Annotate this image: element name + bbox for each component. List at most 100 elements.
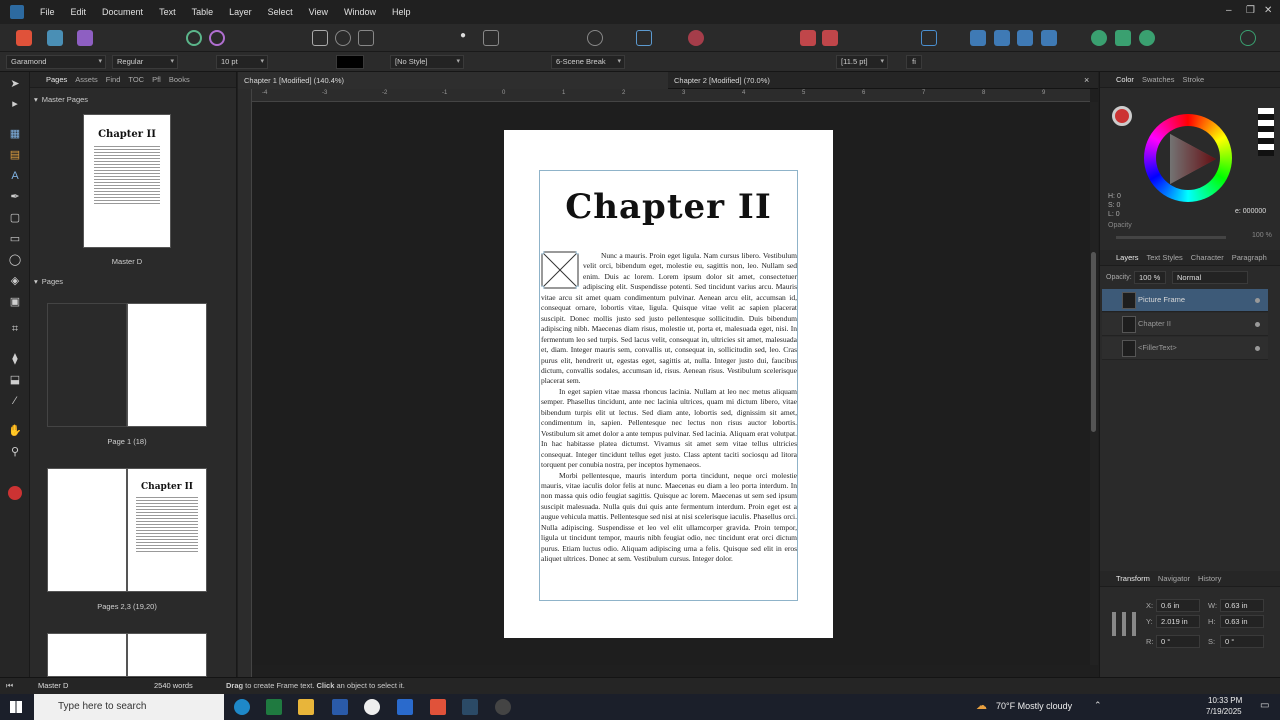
tab-color[interactable]: Color (1116, 75, 1134, 84)
photo-persona-icon[interactable] (47, 30, 63, 46)
pages-header[interactable]: ▾ Pages (30, 274, 237, 288)
x-field[interactable]: 0.6 in (1156, 599, 1200, 612)
menu-window[interactable]: Window (336, 7, 384, 17)
tab-find[interactable]: Find (106, 75, 121, 84)
arrange-front-icon[interactable] (822, 30, 838, 46)
arrange-back-icon[interactable] (800, 30, 816, 46)
app-icon[interactable] (332, 699, 348, 715)
pin-icon[interactable]: ● (460, 30, 470, 46)
menu-text[interactable]: Text (151, 7, 184, 17)
menu-select[interactable]: Select (260, 7, 301, 17)
tab-navigator[interactable]: Navigator (1158, 574, 1190, 583)
view-mode2-icon[interactable] (335, 30, 351, 46)
hex-value[interactable]: e: 000000 (1235, 208, 1266, 215)
vertical-scrollbar[interactable] (1090, 102, 1098, 665)
visibility-icon[interactable] (1255, 298, 1260, 303)
preflight-icon[interactable] (186, 30, 202, 46)
pen-tool-icon[interactable]: ✒ (8, 190, 22, 204)
tab-swatches[interactable]: Swatches (1142, 75, 1175, 84)
page-1-thumbnail[interactable] (127, 303, 207, 427)
tray-chevron-icon[interactable]: ⌃ (1094, 700, 1102, 711)
fill-stroke-swatch[interactable] (1112, 106, 1132, 126)
notification-icon[interactable]: ▭ (1260, 700, 1269, 711)
color-swatch-icon[interactable] (8, 486, 22, 500)
blend-mode-select[interactable]: Normal (1172, 271, 1248, 284)
flip-h-icon[interactable] (970, 30, 986, 46)
table-tool-icon[interactable]: ▤ (8, 148, 22, 162)
app3-icon[interactable] (397, 699, 413, 715)
paragraph-style-select[interactable]: [No Style] ▾ (390, 55, 464, 69)
y-field[interactable]: 2.019 in (1156, 615, 1200, 628)
layer-opacity-field[interactable]: 100 % (1134, 271, 1166, 284)
font-style-select[interactable]: Regular ▾ (112, 55, 178, 69)
tab-chapter-2[interactable]: Chapter 2 [Modified] (70.0%) (668, 72, 1098, 89)
opacity-value[interactable]: 100 % (1252, 232, 1272, 239)
snap-icon[interactable] (483, 30, 499, 46)
font-family-select[interactable]: Garamond ▾ (6, 55, 106, 69)
recent-colors[interactable] (1258, 108, 1274, 156)
edge-icon[interactable] (234, 699, 250, 715)
windows-start-icon[interactable] (10, 701, 22, 713)
ligature-icon[interactable]: fi (906, 55, 922, 69)
color-wheel[interactable] (1144, 114, 1232, 202)
app2-icon[interactable] (364, 699, 380, 715)
menu-view[interactable]: View (301, 7, 336, 17)
weather-text[interactable]: 70°F Mostly cloudy (996, 701, 1072, 711)
layer-chapter-ii[interactable]: Chapter II (1102, 313, 1268, 336)
rectangle-tool-icon[interactable]: ▢ (8, 211, 22, 225)
shape-tool-icon[interactable]: ◈ (8, 274, 22, 288)
tab-history[interactable]: History (1198, 574, 1221, 583)
minimize-icon[interactable]: – (1226, 5, 1232, 16)
artistic-text-icon[interactable]: A (8, 169, 22, 183)
menu-file[interactable]: File (32, 7, 63, 17)
app4-icon[interactable] (462, 699, 478, 715)
view-mode-icon[interactable] (312, 30, 328, 46)
vertical-scrollbar-thumb[interactable] (1091, 252, 1096, 432)
restore-icon[interactable]: ❐ (1246, 5, 1255, 16)
zoom-tool-icon[interactable]: ⚲ (8, 445, 22, 459)
chapter-heading[interactable]: Chapter II (540, 187, 797, 227)
document-page[interactable]: Chapter II Nunc a mauris. Proin eget lig… (504, 130, 833, 638)
boolean-add-icon[interactable] (1091, 30, 1107, 46)
menu-edit[interactable]: Edit (63, 7, 95, 17)
close-tab-icon[interactable]: × (1084, 75, 1089, 85)
transparency-tool-icon[interactable]: ⬓ (8, 373, 22, 387)
tab-character[interactable]: Character (1191, 253, 1224, 262)
master-d-thumbnail[interactable]: Chapter II (83, 114, 171, 248)
page-3-thumbnail[interactable]: Chapter II (127, 468, 207, 592)
tab-paragraph[interactable]: Paragraph (1232, 253, 1267, 262)
tab-pages[interactable]: Pages (46, 75, 67, 84)
tab-text-styles[interactable]: Text Styles (1147, 253, 1183, 262)
visibility-icon[interactable] (1255, 322, 1260, 327)
clock-time[interactable]: 10:33 PM (1208, 696, 1242, 705)
body-text[interactable]: Nunc a mauris. Proin eget ligula. Nam cu… (541, 251, 797, 597)
text-color-swatch[interactable] (336, 55, 364, 69)
current-page-label[interactable]: Master D (38, 681, 68, 690)
menu-table[interactable]: Table (184, 7, 222, 17)
layer-filler-text[interactable]: <FillerText> (1102, 337, 1268, 360)
page-2-thumbnail[interactable] (47, 468, 127, 592)
tab-preflight[interactable]: Pfl (152, 75, 161, 84)
visibility-icon[interactable] (1255, 346, 1260, 351)
clock-date[interactable]: 7/19/2025 (1206, 707, 1242, 716)
menu-document[interactable]: Document (94, 7, 151, 17)
menu-help[interactable]: Help (384, 7, 419, 17)
view-mode3-icon[interactable] (358, 30, 374, 46)
anchor-point-selector[interactable] (1112, 612, 1136, 636)
page-5-thumbnail[interactable] (127, 633, 207, 677)
rotation-field[interactable]: 0 ° (1156, 635, 1200, 648)
frame-text-tool-icon[interactable]: ▦ (8, 127, 22, 141)
first-page-icon[interactable]: ⏮ (6, 681, 13, 691)
master-pages-header[interactable]: ▾ Master Pages (30, 92, 236, 106)
ellipse-tool-icon[interactable]: ◯ (8, 253, 22, 267)
document-canvas[interactable]: Chapter II Nunc a mauris. Proin eget lig… (252, 102, 1090, 665)
opacity-slider[interactable] (1116, 236, 1226, 239)
tab-toc[interactable]: TOC (128, 75, 144, 84)
rotate-right-icon[interactable] (1041, 30, 1057, 46)
designer-persona-icon[interactable] (77, 30, 93, 46)
picture-frame-icon[interactable]: ▭ (8, 232, 22, 246)
color-triangle[interactable] (1160, 130, 1218, 188)
text-frame[interactable]: Chapter II Nunc a mauris. Proin eget lig… (539, 170, 798, 601)
file-explorer-icon[interactable] (298, 699, 314, 715)
w-field[interactable]: 0.63 in (1220, 599, 1264, 612)
